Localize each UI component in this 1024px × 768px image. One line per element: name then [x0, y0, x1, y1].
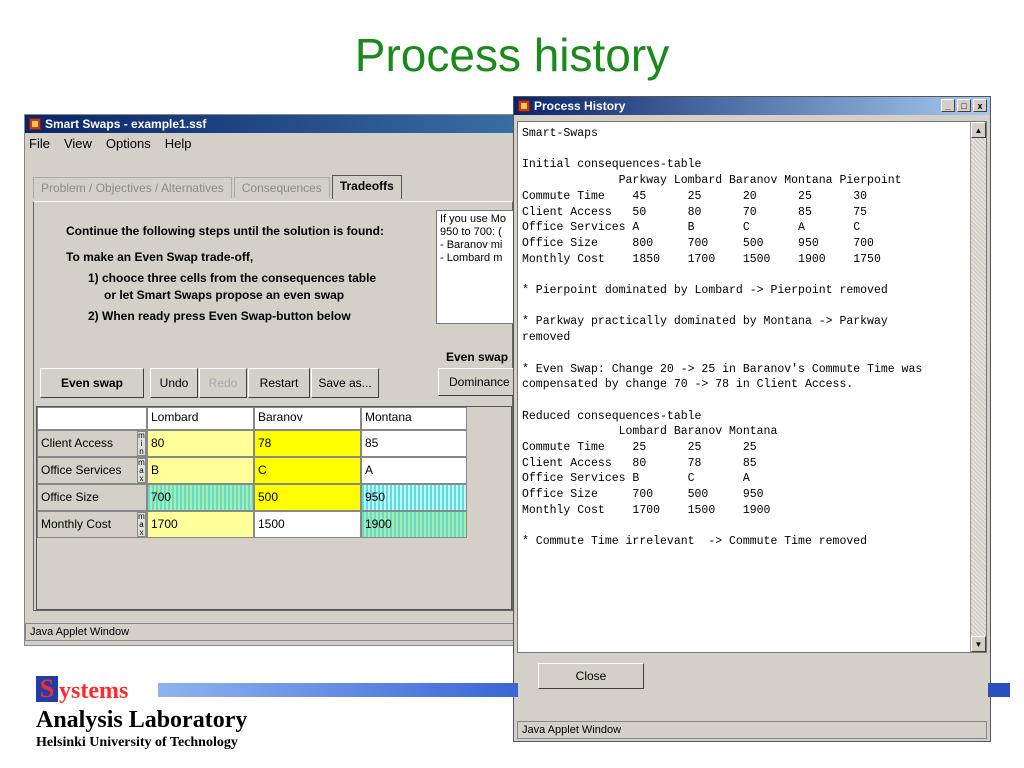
even-swap-label: Even swap — [446, 350, 509, 364]
history-window-titlebar[interactable]: Process History _ □ x — [514, 97, 990, 115]
menu-file[interactable]: File — [29, 136, 50, 151]
instruction-line-2: To make an Even Swap trade-off, — [66, 250, 254, 264]
history-log[interactable]: Smart-Swaps Initial consequences-table P… — [517, 121, 987, 653]
row-label-office-size: Office Size — [37, 484, 147, 511]
row-direction-marker[interactable]: min — [137, 431, 146, 456]
logo-university: Helsinki University of Technology — [36, 735, 238, 750]
menu-help[interactable]: Help — [165, 136, 192, 151]
main-window-titlebar[interactable]: Smart Swaps - example1.ssf — [25, 115, 519, 133]
note-line: 950 to 700: ( — [440, 226, 502, 238]
swap-note-box: If you use Mo 950 to 700: ( - Baranov mi… — [436, 210, 516, 324]
tab-problem-objectives-alternatives[interactable]: Problem / Objectives / Alternatives — [33, 177, 232, 198]
instruction-line-1: Continue the following steps until the s… — [66, 224, 384, 238]
note-line: - Baranov mi — [440, 239, 503, 251]
menu-view[interactable]: View — [64, 136, 92, 151]
tradeoffs-panel: Continue the following steps until the s… — [33, 201, 518, 611]
history-window-title: Process History — [534, 99, 626, 113]
history-window-statusbar: Java Applet Window — [517, 721, 987, 739]
table-cell[interactable]: C — [254, 457, 361, 484]
undo-button[interactable]: Undo — [150, 368, 198, 398]
restart-button[interactable]: Restart — [248, 368, 310, 398]
note-line: If you use Mo — [440, 213, 507, 225]
tab-strip: Problem / Objectives / Alternatives Cons… — [33, 175, 404, 199]
slide-title: Process history — [354, 29, 670, 81]
tab-consequences[interactable]: Consequences — [233, 177, 330, 198]
process-history-window: Process History _ □ x Smart-Swaps Initia… — [513, 96, 991, 742]
row-label-monthly-cost: Monthly Cost — [37, 511, 147, 538]
close-icon[interactable]: x — [973, 99, 987, 112]
java-app-icon — [518, 100, 530, 112]
smart-swaps-window: Smart Swaps - example1.ssf File View Opt… — [24, 114, 520, 646]
history-log-text: Smart-Swaps Initial consequences-table P… — [522, 127, 923, 549]
logo-bar — [158, 683, 518, 697]
history-scrollbar[interactable]: ▲ ▼ — [970, 122, 986, 652]
main-window-title: Smart Swaps - example1.ssf — [45, 117, 207, 131]
minimize-icon[interactable]: _ — [941, 99, 955, 112]
table-cell[interactable]: 950 — [361, 484, 467, 511]
save-as-button[interactable]: Save as... — [311, 368, 379, 398]
logo-systems: ystems — [59, 678, 129, 704]
instruction-line-4: or let Smart Swaps propose an even swap — [104, 288, 345, 302]
instruction-line-5: 2) When ready press Even Swap-button bel… — [88, 309, 351, 323]
close-button[interactable]: Close — [538, 663, 644, 689]
logo-bar-end — [988, 683, 1010, 697]
row-label-office-services: Office Services — [37, 457, 147, 484]
tab-tradeoffs[interactable]: Tradeoffs — [331, 175, 402, 199]
row-direction-marker[interactable]: max — [137, 512, 146, 537]
table-cell[interactable]: 85 — [361, 430, 467, 457]
java-app-icon — [29, 118, 41, 130]
table-cell[interactable]: 80 — [147, 430, 254, 457]
table-cell[interactable]: 1500 — [254, 511, 361, 538]
scroll-up-icon[interactable]: ▲ — [971, 122, 986, 138]
menu-bar: File View Options Help — [25, 133, 519, 153]
table-corner — [37, 407, 147, 430]
column-header-montana[interactable]: Montana — [361, 407, 467, 430]
dominance-button[interactable]: Dominance — [438, 368, 518, 396]
table-cell[interactable]: 1900 — [361, 511, 467, 538]
window-controls: _ □ x — [939, 99, 987, 112]
note-line: - Lombard m — [440, 252, 503, 264]
row-direction-marker[interactable]: max — [137, 458, 146, 483]
table-cell[interactable]: 700 — [147, 484, 254, 511]
column-header-baranov[interactable]: Baranov — [254, 407, 361, 430]
table-cell[interactable]: 500 — [254, 484, 361, 511]
logo-analysis-laboratory: Analysis Laboratory — [36, 707, 248, 733]
table-cell[interactable]: 1700 — [147, 511, 254, 538]
consequences-table: Lombard Baranov Montana Client Access mi… — [36, 406, 512, 610]
scroll-down-icon[interactable]: ▼ — [971, 636, 986, 652]
instruction-line-3: 1) chooce three cells from the consequen… — [88, 271, 377, 285]
even-swap-button[interactable]: Even swap — [40, 368, 144, 398]
table-cell[interactable]: B — [147, 457, 254, 484]
column-header-lombard[interactable]: Lombard — [147, 407, 254, 430]
main-window-statusbar: Java Applet Window — [25, 623, 519, 641]
row-label-client-access: Client Access — [37, 430, 147, 457]
table-cell[interactable]: 78 — [254, 430, 361, 457]
table-cell[interactable]: A — [361, 457, 467, 484]
maximize-icon[interactable]: □ — [957, 99, 971, 112]
logo-s: S — [36, 676, 58, 702]
redo-button[interactable]: Redo — [199, 368, 247, 398]
menu-options[interactable]: Options — [106, 136, 151, 151]
